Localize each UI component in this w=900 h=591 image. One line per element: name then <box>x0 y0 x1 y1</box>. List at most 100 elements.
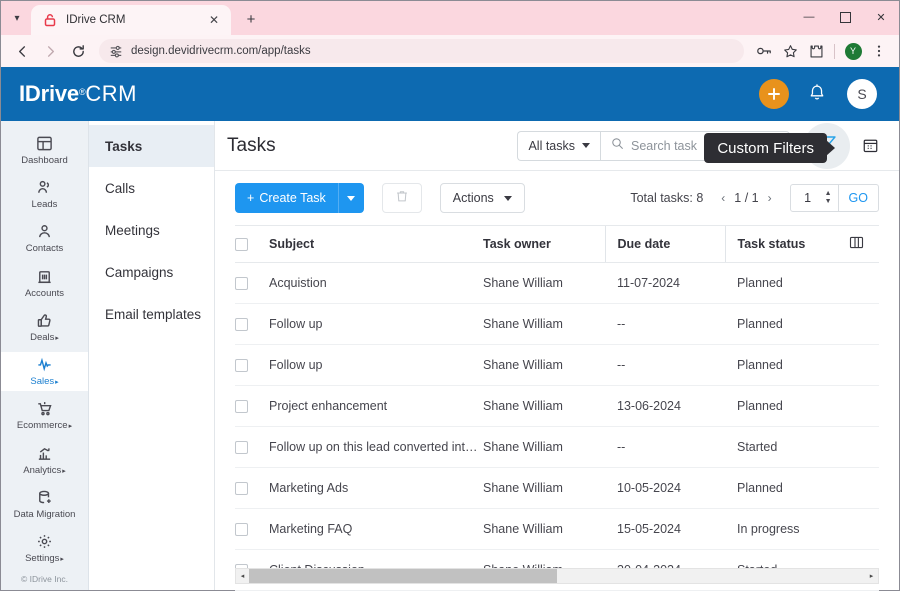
prev-page-button[interactable]: ‹ <box>721 191 725 205</box>
row-select-cell[interactable] <box>235 508 269 550</box>
table-row[interactable]: Acquistion Shane William 11-07-2024 Plan… <box>235 262 879 304</box>
sidebar-item-data-migration[interactable]: Data Migration <box>1 485 88 523</box>
subnav-item-email-templates[interactable]: Email templates <box>89 293 214 335</box>
scroll-right-arrow[interactable]: ▸ <box>865 569 878 583</box>
scroll-left-arrow[interactable]: ◂ <box>236 569 249 583</box>
cell-subject[interactable]: Follow up <box>269 303 483 345</box>
cell-subject[interactable]: Marketing Ads <box>269 467 483 509</box>
avatar[interactable]: Y <box>841 39 865 63</box>
horizontal-scrollbar[interactable]: ◂ ▸ <box>235 568 879 584</box>
user-avatar[interactable]: S <box>847 79 877 109</box>
cell-subject[interactable]: Project enhancement <box>269 385 483 427</box>
create-task-dropdown[interactable] <box>337 183 364 213</box>
page-settings-icon[interactable] <box>109 44 123 58</box>
row-checkbox[interactable] <box>235 276 248 290</box>
bell-icon[interactable] <box>807 83 829 105</box>
table-row[interactable]: Project enhancement Shane William 13-06-… <box>235 385 879 427</box>
cell-subject[interactable]: Follow up <box>269 344 483 386</box>
plus-icon: + <box>247 191 255 205</box>
sidebar-item-contacts[interactable]: Contacts <box>1 220 88 258</box>
row-select-cell[interactable] <box>235 385 269 427</box>
browser-tab[interactable]: IDrive CRM ✕ <box>31 5 231 35</box>
accounts-icon <box>36 268 53 285</box>
sidebar-label: Dashboard <box>21 154 68 166</box>
row-select-cell[interactable] <box>235 262 269 304</box>
col-task-status[interactable]: Task status <box>724 225 849 263</box>
sidebar-label: Ecommerce▸ <box>16 420 73 432</box>
row-checkbox[interactable] <box>235 440 248 454</box>
primary-sidebar: Dashboard Leads Contacts Accounts Deals▸… <box>1 121 89 590</box>
col-task-owner[interactable]: Task owner <box>483 225 605 263</box>
sidebar-item-accounts[interactable]: Accounts <box>1 264 88 302</box>
select-all-header[interactable] <box>235 225 269 263</box>
stepper-up-icon[interactable]: ▲ <box>825 190 832 197</box>
ecommerce-cart-icon <box>36 400 53 417</box>
delete-button[interactable] <box>381 183 422 213</box>
star-icon[interactable] <box>778 39 802 63</box>
sidebar-item-ecommerce[interactable]: Ecommerce▸ <box>1 397 88 435</box>
scrollbar-track[interactable] <box>249 569 865 583</box>
chevron-right-icon: ▸ <box>60 556 64 564</box>
cell-subject[interactable]: Marketing FAQ <box>269 508 483 550</box>
calendar-icon[interactable] <box>862 137 879 154</box>
row-checkbox[interactable] <box>235 358 248 372</box>
create-task-button[interactable]: + Create Task <box>235 183 338 213</box>
three-dot-menu-icon[interactable] <box>867 39 891 63</box>
forward-arrow-icon[interactable] <box>37 38 63 64</box>
row-checkbox[interactable] <box>235 481 248 495</box>
row-checkbox[interactable] <box>235 317 248 331</box>
sidebar-item-analytics[interactable]: Analytics▸ <box>1 441 88 479</box>
sidebar-item-deals[interactable]: Deals▸ <box>1 308 88 346</box>
row-select-cell[interactable] <box>235 426 269 468</box>
app-logo[interactable]: IDrive ® CRM <box>19 81 137 107</box>
subnav-item-calls[interactable]: Calls <box>89 167 214 209</box>
table-row[interactable]: Follow up on this lead converted into bu… <box>235 426 879 468</box>
row-checkbox[interactable] <box>235 399 248 413</box>
sidebar-item-leads[interactable]: Leads <box>1 175 88 213</box>
extensions-icon[interactable] <box>804 39 828 63</box>
table-row[interactable]: Follow up Shane William -- Planned <box>235 303 879 345</box>
minimize-button[interactable]: — <box>791 1 827 33</box>
address-bar[interactable]: design.devidrivecrm.com/app/tasks <box>99 39 744 63</box>
close-icon[interactable]: ✕ <box>205 11 223 29</box>
back-arrow-icon[interactable] <box>9 38 35 64</box>
sidebar-item-dashboard[interactable]: Dashboard <box>1 131 88 169</box>
select-all-checkbox[interactable] <box>235 237 248 251</box>
table-row[interactable]: Marketing FAQ Shane William 15-05-2024 I… <box>235 508 879 550</box>
add-new-button[interactable] <box>759 79 789 109</box>
quantity-stepper[interactable]: ▲ ▼ <box>825 190 838 205</box>
tooltip-custom-filters: Custom Filters <box>704 133 835 163</box>
close-window-button[interactable]: ✕ <box>863 1 899 33</box>
sidebar-item-sales[interactable]: Sales▸ <box>1 352 88 391</box>
go-button[interactable]: GO <box>837 185 878 211</box>
subnav-item-campaigns[interactable]: Campaigns <box>89 251 214 293</box>
col-due-date[interactable]: Due date <box>604 225 725 263</box>
col-subject[interactable]: Subject <box>269 225 483 263</box>
reload-icon[interactable] <box>65 38 91 64</box>
row-checkbox[interactable] <box>235 522 248 536</box>
row-select-cell[interactable] <box>235 467 269 509</box>
subnav-item-meetings[interactable]: Meetings <box>89 209 214 251</box>
scrollbar-thumb[interactable] <box>249 569 557 583</box>
tab-search-chevron-icon[interactable]: ▾ <box>3 3 31 33</box>
sidebar-item-settings[interactable]: Settings▸ <box>1 530 88 568</box>
maximize-button[interactable] <box>827 1 863 33</box>
table-row[interactable]: Marketing Ads Shane William 10-05-2024 P… <box>235 467 879 509</box>
page-number-input[interactable]: 1 <box>791 191 825 205</box>
col-settings[interactable] <box>849 225 879 263</box>
columns-config-icon[interactable] <box>849 236 864 253</box>
cell-subject[interactable]: Acquistion <box>269 262 483 304</box>
row-select-cell[interactable] <box>235 344 269 386</box>
table-row[interactable]: Follow up Shane William -- Planned <box>235 344 879 386</box>
chevron-right-icon: ▸ <box>55 379 59 387</box>
subnav-item-tasks[interactable]: Tasks <box>89 125 214 167</box>
key-icon[interactable] <box>752 39 776 63</box>
view-filter-dropdown[interactable]: All tasks <box>517 130 600 161</box>
next-page-button[interactable]: › <box>768 191 772 205</box>
new-tab-button[interactable]: + <box>237 5 265 33</box>
cell-spacer <box>849 344 879 386</box>
row-select-cell[interactable] <box>235 303 269 345</box>
actions-dropdown[interactable]: Actions <box>439 183 525 213</box>
stepper-down-icon[interactable]: ▼ <box>825 198 832 205</box>
cell-subject[interactable]: Follow up on this lead converted into bu… <box>269 426 483 468</box>
